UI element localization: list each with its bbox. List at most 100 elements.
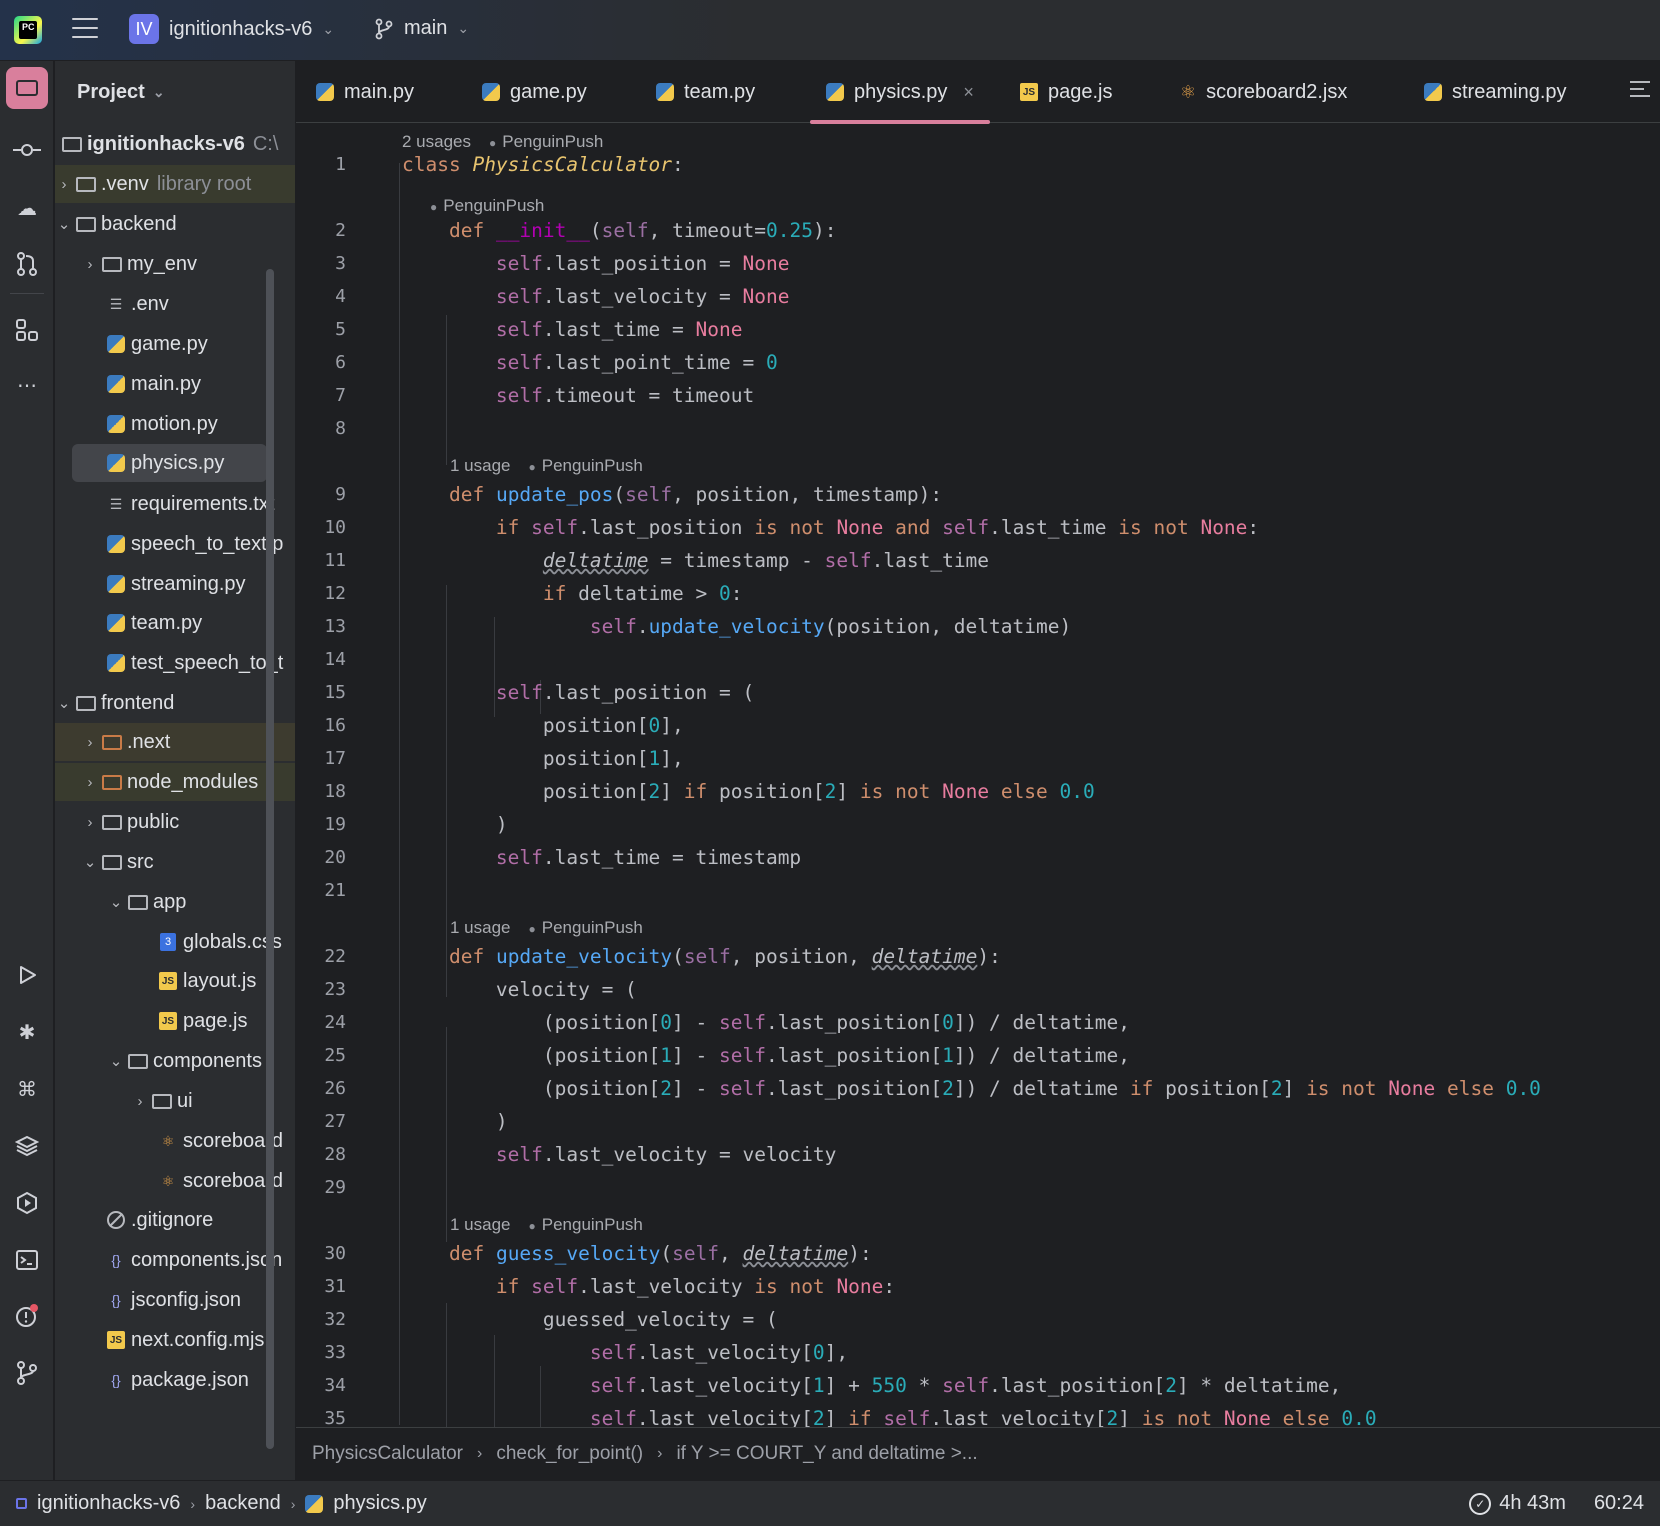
run-icon[interactable] <box>6 954 48 996</box>
tree-item-hint: library root <box>156 172 252 195</box>
ai-assistant-icon[interactable]: ☁ <box>6 187 48 229</box>
breadcrumb-item[interactable]: check_for_point() <box>496 1443 643 1465</box>
tab-scoreboard2-jsx[interactable]: ⚛ scoreboard2.jsx <box>1180 61 1347 123</box>
tree-item-node-modules[interactable]: › node_modules li <box>55 763 295 801</box>
tree-item-components-json[interactable]: {} components.json <box>55 1241 295 1279</box>
chevron-down-icon: ⌄ <box>457 20 470 36</box>
breadcrumb-item[interactable]: if Y >= COURT_Y and deltatime >... <box>676 1443 977 1465</box>
line-number: 5 <box>335 319 346 340</box>
tree-item-speech-to-text[interactable]: speech_to_text.p <box>55 525 295 563</box>
tree-item-game-py[interactable]: game.py <box>55 325 295 363</box>
branch-name: main <box>404 17 448 39</box>
tree-item-globals-css[interactable]: 3 globals.css <box>55 923 295 961</box>
code-line: def update_pos(self, position, timestamp… <box>448 483 943 506</box>
tree-root-path: C:\ <box>252 132 279 155</box>
tree-item-layout-js[interactable]: JS layout.js <box>55 962 295 1000</box>
pull-requests-icon[interactable] <box>6 243 48 285</box>
tree-item-label: page.js <box>183 1009 248 1032</box>
tree-item-backend[interactable]: ⌄ backend <box>55 205 295 243</box>
status-path-item[interactable]: physics.py <box>333 1492 426 1515</box>
services-icon[interactable] <box>6 1182 48 1224</box>
terminal-icon[interactable] <box>6 1239 48 1281</box>
usages-inlay[interactable]: 1 usage ● PenguinPush <box>450 456 643 476</box>
git-icon[interactable] <box>6 1352 48 1394</box>
tab-main-py[interactable]: main.py <box>316 61 414 123</box>
ignore-file-icon <box>105 1211 127 1229</box>
tab-physics-py[interactable]: physics.py × <box>810 61 990 124</box>
project-switcher[interactable]: IV ignitionhacks-v6 ⌄ <box>129 14 334 44</box>
tab-page-js[interactable]: JS page.js <box>1020 61 1113 123</box>
author-inlay[interactable]: ● PenguinPush <box>430 196 544 216</box>
editor-area: main.py game.py team.py physics.py × JS pa… <box>296 61 1660 1480</box>
tree-item-app[interactable]: ⌄ app <box>55 883 295 921</box>
code-line: self.last_velocity[1] + 550 * self.last_… <box>589 1374 1342 1397</box>
inlay-text: 1 usage <box>450 456 511 475</box>
tab-streaming-py[interactable]: streaming.py <box>1424 61 1567 123</box>
project-panel-header[interactable]: Project ⌄ <box>55 61 295 123</box>
more-tools-icon[interactable]: ⋯ <box>6 364 48 406</box>
tree-item-gitignore[interactable]: .gitignore <box>55 1201 295 1239</box>
commit-icon[interactable] <box>6 129 48 171</box>
code-line: ) <box>402 813 508 836</box>
status-path-item[interactable]: ignitionhacks-v6 <box>37 1492 180 1515</box>
tree-item-scoreboard[interactable]: ⚛ scoreboard <box>55 1122 295 1160</box>
usages-inlay[interactable]: 1 usage ● PenguinPush <box>450 918 643 938</box>
tree-item-team-py[interactable]: team.py <box>55 604 295 642</box>
tree-item-venv[interactable]: › .venv library root <box>55 165 295 203</box>
code-line: self.last_velocity[2] if self.last_veloc… <box>589 1407 1377 1427</box>
python-packages-icon[interactable] <box>6 1125 48 1167</box>
branch-switcher[interactable]: main ⌄ <box>374 17 469 40</box>
tree-item-requirements[interactable]: ☰ requirements.txt <box>55 485 295 523</box>
tree-item-label: app <box>153 890 187 913</box>
tree-item-src[interactable]: ⌄ src <box>55 843 295 881</box>
line-number: 15 <box>324 682 346 703</box>
tree-item-frontend[interactable]: ⌄ frontend <box>55 684 295 722</box>
js-file-icon: JS <box>105 1331 127 1349</box>
tree-item-scoreboard2[interactable]: ⚛ scoreboard <box>55 1162 295 1200</box>
line-number: 23 <box>324 979 346 1000</box>
usages-inlay[interactable]: 1 usage ● PenguinPush <box>450 1215 643 1235</box>
problems-icon[interactable] <box>6 1295 48 1337</box>
chevron-right-icon: › <box>477 1445 483 1462</box>
json-file-icon: {} <box>111 1252 121 1268</box>
pycharm-logo-icon[interactable]: PC <box>14 16 42 44</box>
caret-position[interactable]: 60:24 <box>1594 1492 1644 1515</box>
line-number: 6 <box>335 352 346 373</box>
tab-team-py[interactable]: team.py <box>656 61 755 123</box>
structure-icon[interactable] <box>6 309 48 351</box>
tree-item-ui[interactable]: › ui <box>55 1082 295 1120</box>
tree-item-streaming-py[interactable]: streaming.py <box>55 565 295 603</box>
main-menu-icon[interactable] <box>72 18 98 40</box>
tree-item-env-file[interactable]: ☰ .env <box>55 285 295 323</box>
tree-item-next-config[interactable]: JS next.config.mjs <box>55 1321 295 1359</box>
line-number: 14 <box>324 649 346 670</box>
breadcrumb-item[interactable]: PhysicsCalculator <box>312 1443 463 1465</box>
tree-item-public[interactable]: › public <box>55 803 295 841</box>
tab-list-icon[interactable] <box>1630 81 1650 102</box>
code-editor[interactable]: 2 usages ● PenguinPush ● PenguinPush 1 usag… <box>296 123 1660 1427</box>
tree-item-motion-py[interactable]: motion.py <box>55 405 295 443</box>
project-tool-icon[interactable] <box>6 67 48 109</box>
react-icon: ⚛ <box>1180 81 1197 102</box>
python-console-icon[interactable]: ⌘ <box>6 1068 48 1110</box>
tree-item-main-py[interactable]: main.py <box>55 365 295 403</box>
tree-item-physics-py[interactable]: physics.py <box>72 444 267 482</box>
tree-root[interactable]: ignitionhacks-v6 C:\ <box>55 125 295 163</box>
debug-icon[interactable]: ✱ <box>6 1011 48 1053</box>
line-number: 8 <box>335 418 346 439</box>
tree-item-package-json[interactable]: {} package.json <box>55 1361 295 1399</box>
close-icon[interactable]: × <box>963 82 974 103</box>
tree-item-page-js[interactable]: JS page.js <box>55 1002 295 1040</box>
tree-item-next[interactable]: › .next <box>55 723 295 761</box>
tree-item-my-env[interactable]: › my_env <box>55 245 295 283</box>
tree-item-components[interactable]: ⌄ components <box>55 1042 295 1080</box>
chevron-down-icon: ⌄ <box>57 216 71 233</box>
inlay-text: 1 usage <box>450 1215 511 1234</box>
time-tracker[interactable]: ✓ 4h 43m <box>1469 1492 1566 1515</box>
tree-item-test-speech[interactable]: test_speech_to_t <box>55 644 295 682</box>
tab-game-py[interactable]: game.py <box>482 61 587 123</box>
status-path-item[interactable]: backend <box>205 1492 281 1515</box>
tree-item-jsconfig[interactable]: {} jsconfig.json <box>55 1281 295 1319</box>
project-scrollbar[interactable] <box>266 269 274 1449</box>
tree-item-label: main.py <box>131 372 202 395</box>
